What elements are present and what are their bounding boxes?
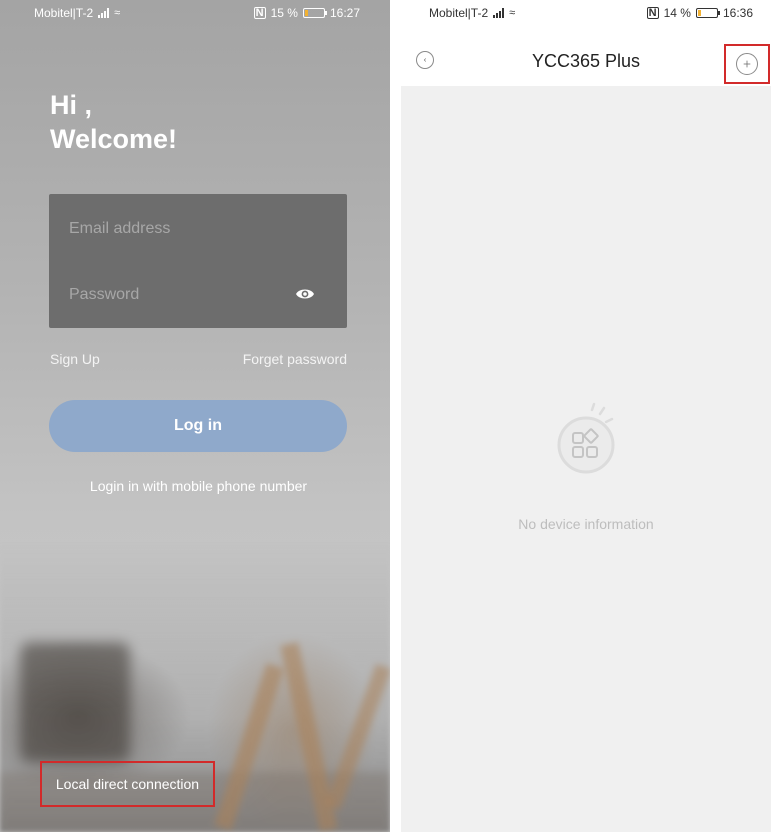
device-list-screen: Mobitel|T-2 ≈ N 14 % 16:36 YCC365 Plus N…	[401, 0, 771, 832]
welcome-heading: Hi , Welcome!	[50, 88, 177, 156]
greeting-line2: Welcome!	[50, 124, 178, 154]
local-direct-connection-link[interactable]: Local direct connection	[40, 761, 215, 807]
battery-percent: 14 %	[663, 6, 691, 20]
greeting-line1: Hi ,	[50, 90, 93, 120]
carrier-label: Mobitel|T-2	[429, 6, 489, 20]
mobile-login-link[interactable]: Login in with mobile phone number	[0, 478, 390, 494]
local-direct-connection-label: Local direct connection	[55, 776, 200, 792]
eye-icon[interactable]	[295, 287, 315, 301]
add-device-button[interactable]	[736, 53, 758, 75]
page-title: YCC365 Plus	[531, 51, 641, 71]
add-device-highlight	[724, 44, 770, 84]
carrier-label: Mobitel|T-2	[34, 6, 94, 20]
nav-bar: YCC365 Plus	[401, 26, 771, 86]
status-bar: Mobitel|T-2 ≈ N 15 % 16:27	[0, 0, 390, 26]
password-input[interactable]	[69, 280, 287, 310]
clock: 16:36	[722, 6, 753, 20]
battery-icon	[302, 8, 327, 18]
scene-chair	[20, 642, 130, 762]
login-button[interactable]: Log in	[49, 400, 347, 452]
forget-password-link[interactable]: Forget password	[243, 351, 347, 367]
nfc-icon: N	[253, 7, 266, 19]
wifi-icon: ≈	[509, 7, 516, 19]
login-form	[49, 194, 347, 328]
nfc-icon: N	[646, 7, 659, 19]
add-icon	[743, 60, 751, 68]
status-bar: Mobitel|T-2 ≈ N 14 % 16:36	[401, 0, 771, 26]
login-screen: Mobitel|T-2 ≈ N 15 % 16:27 Hi , Welcome!…	[0, 0, 390, 832]
no-device-icon	[557, 402, 615, 474]
signal-icon	[98, 8, 110, 18]
wifi-icon: ≈	[114, 7, 121, 19]
email-input[interactable]	[69, 214, 327, 244]
clock: 16:27	[329, 6, 360, 20]
sign-up-link[interactable]: Sign Up	[50, 351, 100, 367]
empty-state-message: No device information	[518, 516, 654, 532]
battery-percent: 15 %	[270, 6, 298, 20]
battery-icon	[695, 8, 720, 18]
signal-icon	[493, 8, 505, 18]
